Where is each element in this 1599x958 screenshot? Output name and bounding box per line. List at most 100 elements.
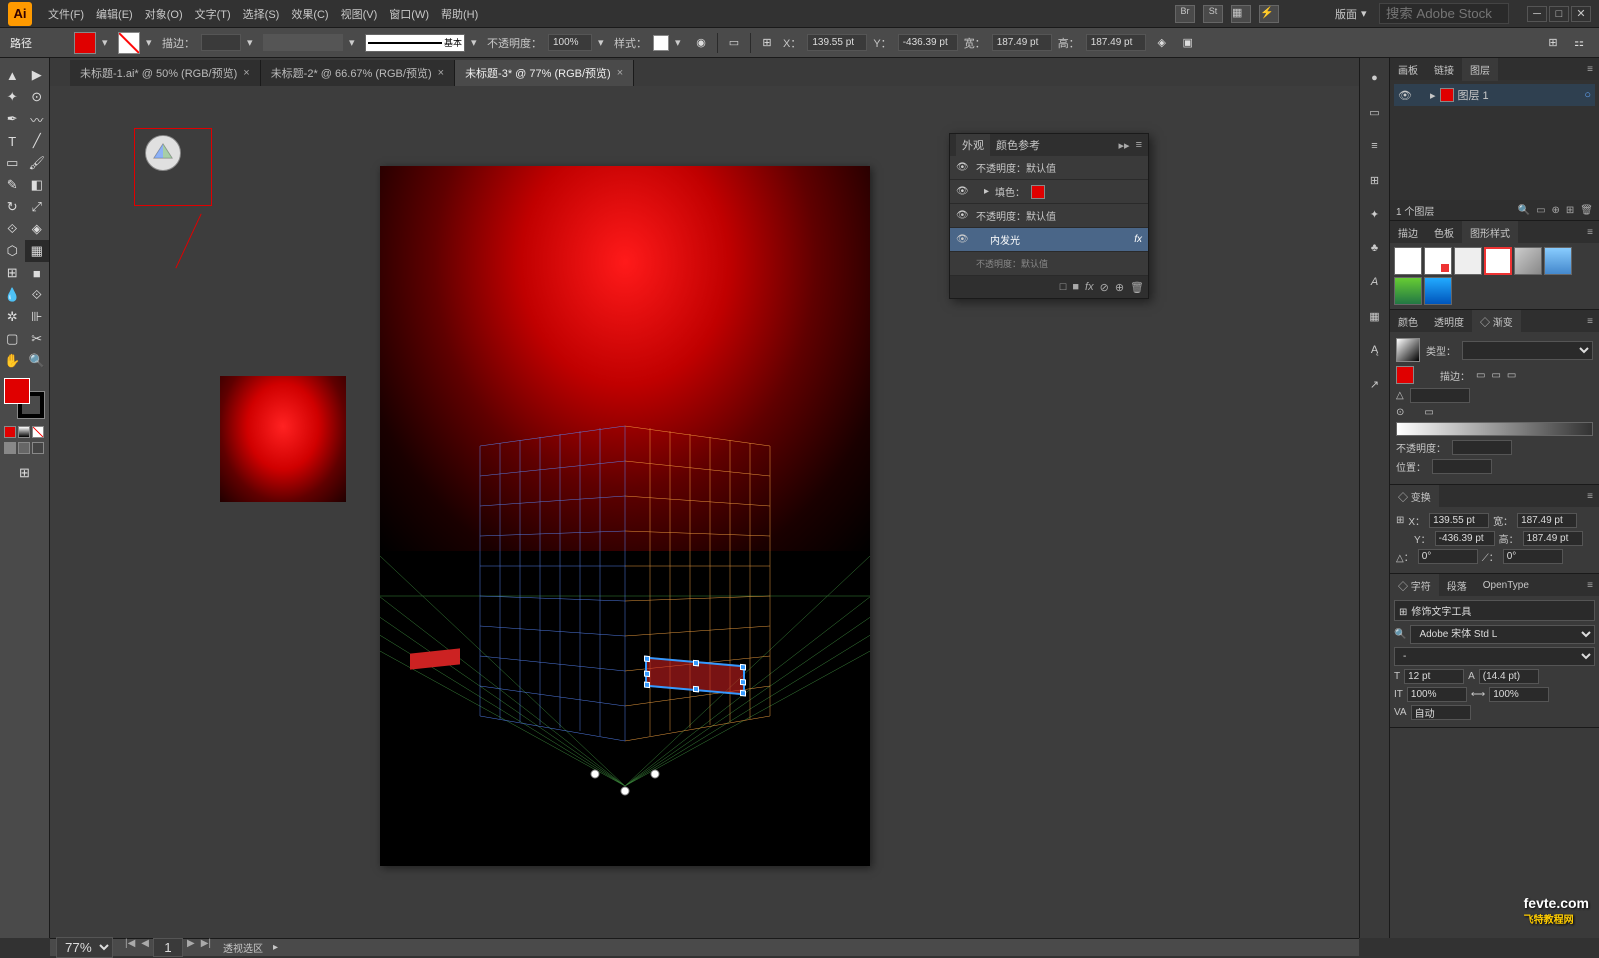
style-swatch[interactable] <box>1394 247 1422 275</box>
stroke-type-btn[interactable]: ▭ <box>1476 370 1485 381</box>
tf-w-input[interactable] <box>1517 513 1577 528</box>
type-tool[interactable]: T <box>0 130 25 152</box>
paintbrush-tool[interactable]: 🖌 <box>25 152 50 174</box>
delete-layer-icon[interactable]: 🗑 <box>1580 205 1593 216</box>
swatch-icon[interactable]: ▦ <box>1365 306 1385 326</box>
tab-swatches[interactable]: 色板 <box>1426 221 1462 244</box>
chevron-down-icon[interactable]: ▾ <box>349 36 359 49</box>
tab-stroke[interactable]: 描边 <box>1390 221 1426 244</box>
font-family-select[interactable]: Adobe 宋体 Std L <box>1410 625 1595 644</box>
transform-ref-icon[interactable]: ⊞ <box>757 34 777 52</box>
tf-angle-input[interactable] <box>1418 549 1478 564</box>
chevron-down-icon[interactable]: ▾ <box>598 36 608 49</box>
style-swatch[interactable] <box>1544 247 1572 275</box>
pref-icon[interactable]: ⚏ <box>1569 34 1589 52</box>
gpu-button[interactable]: ⚡ <box>1259 5 1279 23</box>
menu-file[interactable]: 文件(F) <box>42 6 90 22</box>
blend-tool[interactable]: ⟐ <box>25 284 50 306</box>
prev-artboard-icon[interactable]: ◀ <box>139 938 151 957</box>
tab-character[interactable]: ◇ 字符 <box>1390 574 1439 597</box>
panel-menu-icon[interactable]: ≡ <box>1581 316 1599 327</box>
hscale-input[interactable] <box>1489 687 1549 702</box>
font-style-select[interactable]: - <box>1394 647 1595 666</box>
visibility-icon[interactable]: 👁 <box>956 162 970 173</box>
close-icon[interactable]: × <box>243 67 249 79</box>
setup-icon[interactable]: ⊞ <box>1543 34 1563 52</box>
visibility-icon[interactable]: 👁 <box>1398 89 1412 102</box>
visibility-icon[interactable]: 👁 <box>956 186 970 197</box>
symbol-sprayer-tool[interactable]: ✲ <box>0 306 25 328</box>
symbols-icon[interactable]: ⊞ <box>1365 170 1385 190</box>
gradient-preview[interactable] <box>1396 338 1420 362</box>
menu-window[interactable]: 窗口(W) <box>383 6 435 22</box>
color-mode-gradient[interactable] <box>18 426 30 438</box>
lasso-tool[interactable]: ⊙ <box>25 86 50 108</box>
menu-help[interactable]: 帮助(H) <box>435 6 484 22</box>
menu-type[interactable]: 文字(T) <box>189 6 237 22</box>
mesh-tool[interactable]: ⊞ <box>0 262 25 284</box>
free-transform-tool[interactable]: ◈ <box>25 218 50 240</box>
visibility-icon[interactable]: 👁 <box>956 234 970 245</box>
color-mode-none[interactable] <box>32 426 44 438</box>
stroke-weight-input[interactable] <box>201 34 241 51</box>
perspective-widget[interactable] <box>145 135 181 171</box>
reference-point[interactable]: ⊞ <box>1396 515 1404 526</box>
line-tool[interactable]: ╱ <box>25 130 50 152</box>
type-panel-icon[interactable]: A <box>1365 272 1385 292</box>
document-tab[interactable]: 未标题-2* @ 66.67% (RGB/预览)× <box>261 60 455 86</box>
panel-menu-icon[interactable]: ≡ <box>1581 580 1599 591</box>
stock-search-input[interactable] <box>1379 3 1509 24</box>
color-icon[interactable]: ● <box>1365 68 1385 88</box>
recolor-icon[interactable]: ◉ <box>691 34 711 52</box>
brush-preview[interactable]: 基本 <box>365 34 465 52</box>
tab-links[interactable]: 链接 <box>1426 58 1462 81</box>
tab-appearance[interactable]: 外观 <box>956 134 990 156</box>
shape-builder-tool[interactable]: ⬡ <box>0 240 25 262</box>
gradient-angle-input[interactable] <box>1410 388 1470 403</box>
graphic-style-swatch[interactable] <box>653 35 669 51</box>
stroke-profile-input[interactable] <box>263 34 343 51</box>
last-artboard-icon[interactable]: ▶| <box>199 938 213 957</box>
hand-tool[interactable]: ✋ <box>0 350 25 372</box>
tab-color-guide[interactable]: 颜色参考 <box>990 134 1046 156</box>
close-icon[interactable]: × <box>438 67 444 79</box>
style-swatch[interactable] <box>1424 277 1452 305</box>
document-tab[interactable]: 未标题-3* @ 77% (RGB/预览)× <box>455 60 634 86</box>
width-tool[interactable]: ⟐ <box>0 218 25 240</box>
delete-icon[interactable]: 🗑 <box>1130 281 1144 294</box>
touch-type-tool[interactable]: ⊞修饰文字工具 <box>1394 600 1595 621</box>
screen-mode-normal[interactable] <box>4 442 16 454</box>
stroke-swatch[interactable] <box>118 32 140 54</box>
tab-opentype[interactable]: OpenType <box>1475 576 1537 595</box>
duplicate-icon[interactable]: ⊕ <box>1115 281 1124 294</box>
tab-transparency[interactable]: 透明度 <box>1426 310 1472 333</box>
zoom-tool[interactable]: 🔍 <box>25 350 50 372</box>
chevron-down-icon[interactable]: ▾ <box>247 36 257 49</box>
club-icon[interactable]: ♣ <box>1365 238 1385 258</box>
tab-graphic-styles[interactable]: 图形样式 <box>1462 221 1518 244</box>
chevron-down-icon[interactable]: ▾ <box>471 36 481 49</box>
isolate-icon[interactable]: ▣ <box>1178 34 1198 52</box>
align-icon[interactable]: ▭ <box>724 34 744 52</box>
magic-wand-tool[interactable]: ✦ <box>0 86 25 108</box>
pen-tool[interactable]: ✒ <box>0 108 25 130</box>
stroke-type-btn[interactable]: ▭ <box>1507 370 1516 381</box>
gradient-type-select[interactable] <box>1462 341 1593 360</box>
collapse-icon[interactable]: ▸▸ <box>1119 139 1130 152</box>
tf-y-input[interactable] <box>1435 531 1495 546</box>
add-effect-icon[interactable]: fx <box>1085 281 1094 293</box>
direct-selection-tool[interactable]: ▶ <box>25 64 50 86</box>
vscale-input[interactable] <box>1407 687 1467 702</box>
style-swatch[interactable] <box>1514 247 1542 275</box>
panel-menu-icon[interactable]: ≡ <box>1581 227 1599 238</box>
slice-tool[interactable]: ✂ <box>25 328 50 350</box>
new-sublayer-icon[interactable]: ⊕ <box>1552 205 1560 216</box>
menu-object[interactable]: 对象(O) <box>139 6 189 22</box>
h-input[interactable] <box>1086 34 1146 51</box>
leading-input[interactable] <box>1479 669 1539 684</box>
panel-menu-icon[interactable]: ≡ <box>1136 139 1142 151</box>
close-button[interactable]: ✕ <box>1571 6 1591 22</box>
brushes-icon[interactable]: ≡ <box>1365 136 1385 156</box>
glyph-icon[interactable]: Ą <box>1365 340 1385 360</box>
artboard-nav-input[interactable] <box>153 938 183 957</box>
